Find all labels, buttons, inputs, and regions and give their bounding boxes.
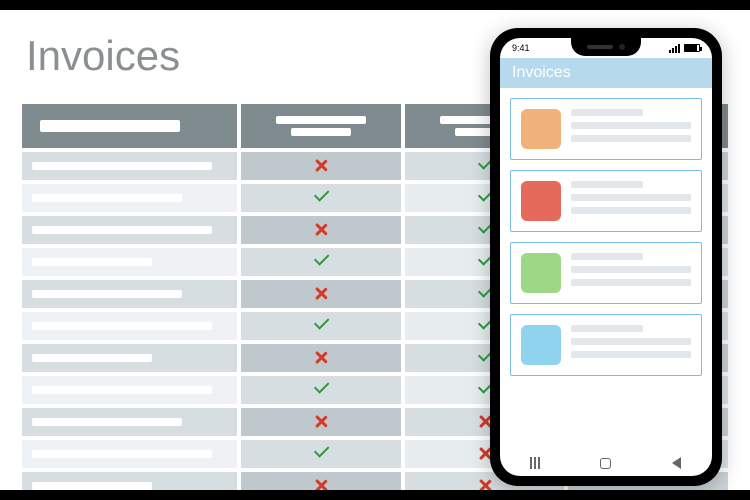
name-cell <box>22 152 237 180</box>
cross-icon <box>312 157 330 175</box>
status-cell-a <box>241 312 401 340</box>
check-icon <box>312 189 330 207</box>
nav-home-icon[interactable] <box>599 456 613 470</box>
app-header: Invoices <box>500 58 712 88</box>
invoice-card[interactable] <box>510 242 702 304</box>
name-cell <box>22 184 237 212</box>
signal-icon <box>669 44 680 53</box>
status-cell-a <box>241 152 401 180</box>
status-cell-a <box>241 216 401 244</box>
letterbox-top <box>0 0 750 10</box>
status-cell-a <box>241 472 401 490</box>
phone-notch <box>571 38 641 56</box>
table-header-col-a <box>241 104 401 148</box>
card-avatar <box>521 325 561 365</box>
name-cell <box>22 472 237 490</box>
cross-icon <box>312 221 330 239</box>
card-lines <box>571 181 691 221</box>
cross-icon <box>312 285 330 303</box>
card-lines <box>571 253 691 293</box>
nav-recent-icon[interactable] <box>528 456 542 470</box>
card-avatar <box>521 181 561 221</box>
card-lines <box>571 325 691 365</box>
nav-back-icon[interactable] <box>670 456 684 470</box>
status-cell-a <box>241 248 401 276</box>
name-cell <box>22 216 237 244</box>
canvas: Invoices 9:41 Inv <box>0 10 750 490</box>
name-cell <box>22 440 237 468</box>
phone-device: 9:41 Invoices <box>490 28 722 486</box>
status-cell-a <box>241 376 401 404</box>
status-cell-a <box>241 184 401 212</box>
status-cell-a <box>241 408 401 436</box>
name-cell <box>22 312 237 340</box>
check-icon <box>312 381 330 399</box>
check-icon <box>312 253 330 271</box>
cross-icon <box>312 349 330 367</box>
nav-bar <box>500 450 712 476</box>
name-cell <box>22 344 237 372</box>
check-icon <box>312 445 330 463</box>
app-title: Invoices <box>512 64 571 82</box>
cross-icon <box>312 477 330 490</box>
phone-screen: 9:41 Invoices <box>500 38 712 476</box>
name-cell <box>22 408 237 436</box>
cross-icon <box>476 477 494 490</box>
name-cell <box>22 280 237 308</box>
status-cell-a <box>241 280 401 308</box>
invoice-card[interactable] <box>510 98 702 160</box>
status-cell-a <box>241 440 401 468</box>
card-lines <box>571 109 691 149</box>
status-cell-a <box>241 344 401 372</box>
cross-icon <box>312 413 330 431</box>
name-cell <box>22 248 237 276</box>
letterbox-bottom <box>0 490 750 500</box>
card-avatar <box>521 253 561 293</box>
status-time: 9:41 <box>512 43 530 53</box>
invoice-card[interactable] <box>510 314 702 376</box>
name-cell <box>22 376 237 404</box>
battery-icon <box>684 44 700 52</box>
table-header-name <box>22 104 237 148</box>
app-body <box>500 88 712 450</box>
invoice-card[interactable] <box>510 170 702 232</box>
status-right <box>669 44 700 53</box>
card-avatar <box>521 109 561 149</box>
check-icon <box>312 317 330 335</box>
